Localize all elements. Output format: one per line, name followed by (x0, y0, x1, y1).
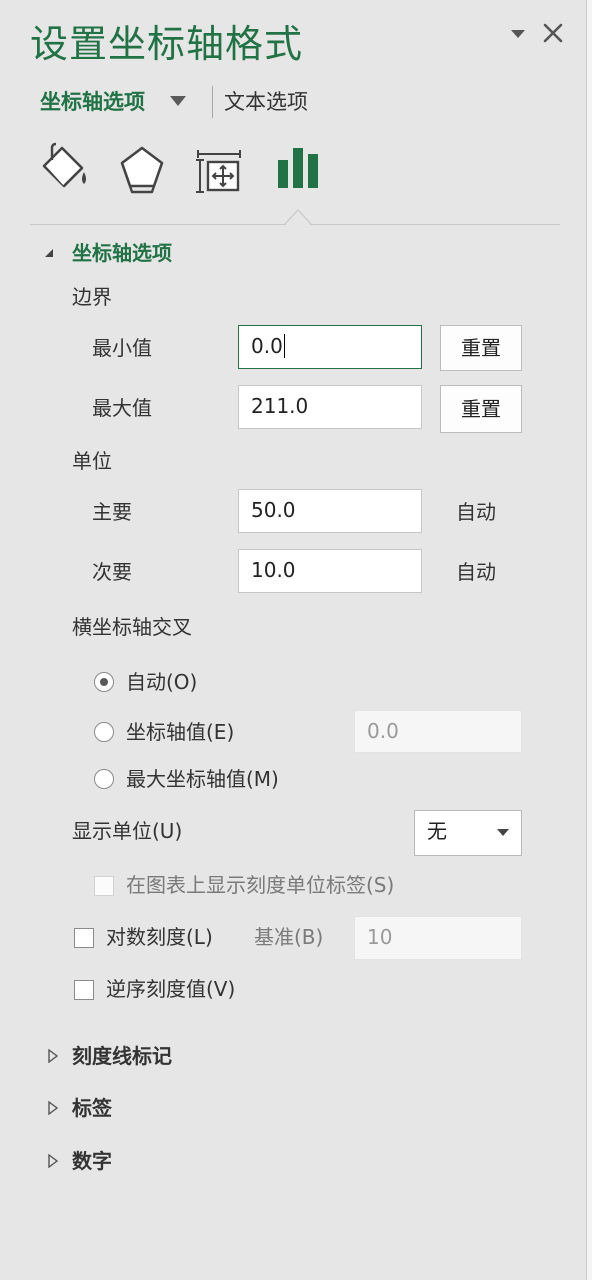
tab-separator (212, 86, 213, 118)
size-properties-icon[interactable] (194, 144, 244, 194)
expand-triangle-icon[interactable] (46, 1049, 60, 1063)
collapse-triangle-icon[interactable] (42, 246, 56, 260)
major-unit-input[interactable]: 50.0 (238, 489, 422, 533)
maximum-input[interactable]: 211.0 (238, 385, 422, 429)
units-label: 单位 (72, 449, 112, 473)
pane-title: 设置坐标轴格式 (30, 22, 304, 66)
reverse-order-checkbox[interactable] (74, 980, 94, 1000)
format-axis-pane: 设置坐标轴格式 坐标轴选项 文本选项 坐标轴选项 边界 最小值 0.0 重置 最… (0, 0, 587, 1280)
crosses-axis-value-radio[interactable] (94, 722, 114, 742)
crosses-max-axis-value-label[interactable]: 最大坐标轴值(M) (126, 764, 279, 794)
log-base-label: 基准(B) (254, 925, 324, 949)
chevron-down-icon[interactable] (168, 94, 188, 108)
section-tick-marks[interactable]: 刻度线标记 (72, 1041, 172, 1071)
crosses-axis-value-label[interactable]: 坐标轴值(E) (126, 717, 234, 747)
log-scale-label[interactable]: 对数刻度(L) (106, 922, 213, 952)
reverse-order-label[interactable]: 逆序刻度值(V) (106, 974, 235, 1004)
crosses-axis-value-input[interactable]: 0.0 (354, 710, 522, 753)
major-unit-label: 主要 (92, 500, 132, 524)
expand-triangle-icon[interactable] (46, 1154, 60, 1168)
crosses-auto-radio[interactable] (94, 672, 114, 692)
section-labels[interactable]: 标签 (72, 1093, 112, 1123)
minor-unit-label: 次要 (92, 560, 132, 584)
reset-maximum-button[interactable]: 重置 (440, 385, 522, 433)
display-units-dropdown[interactable]: 无 (414, 810, 522, 856)
close-icon[interactable] (540, 20, 566, 46)
display-units-label: 显示单位(U) (72, 819, 183, 843)
dropdown-arrow-icon (497, 829, 509, 836)
maximum-label: 最大值 (92, 396, 152, 420)
crosses-max-axis-value-radio[interactable] (94, 769, 114, 789)
tab-text-options[interactable]: 文本选项 (224, 86, 308, 118)
section-number[interactable]: 数字 (72, 1146, 112, 1176)
log-base-input[interactable]: 10 (354, 916, 522, 960)
selected-category-indicator (284, 209, 312, 226)
tab-axis-options[interactable]: 坐标轴选项 (40, 86, 145, 118)
show-display-units-label: 在图表上显示刻度单位标签(S) (126, 873, 395, 897)
expand-triangle-icon[interactable] (46, 1101, 60, 1115)
minor-unit-input[interactable]: 10.0 (238, 549, 422, 593)
fill-line-icon[interactable] (38, 142, 90, 194)
category-divider (30, 224, 286, 225)
effects-icon[interactable] (116, 144, 168, 196)
category-divider (310, 224, 560, 225)
minor-unit-auto-button[interactable]: 自动 (456, 557, 496, 587)
minimum-value: 0.0 (251, 334, 283, 358)
display-units-value: 无 (427, 819, 447, 843)
radio-selected-dot (100, 678, 108, 686)
task-pane-options-icon[interactable] (508, 24, 528, 44)
minimum-input[interactable]: 0.0 (238, 325, 422, 369)
minimum-label: 最小值 (92, 336, 152, 360)
major-unit-auto-button[interactable]: 自动 (456, 497, 496, 527)
crosses-auto-label[interactable]: 自动(O) (126, 667, 197, 697)
text-cursor (283, 333, 285, 358)
section-axis-options[interactable]: 坐标轴选项 (72, 238, 172, 268)
show-display-units-checkbox[interactable] (94, 876, 114, 896)
axis-options-icon[interactable] (276, 146, 320, 190)
horizontal-axis-crosses-label: 横坐标轴交叉 (72, 615, 192, 639)
log-scale-checkbox[interactable] (74, 928, 94, 948)
reset-minimum-button[interactable]: 重置 (440, 325, 522, 371)
bounds-label: 边界 (72, 285, 112, 309)
